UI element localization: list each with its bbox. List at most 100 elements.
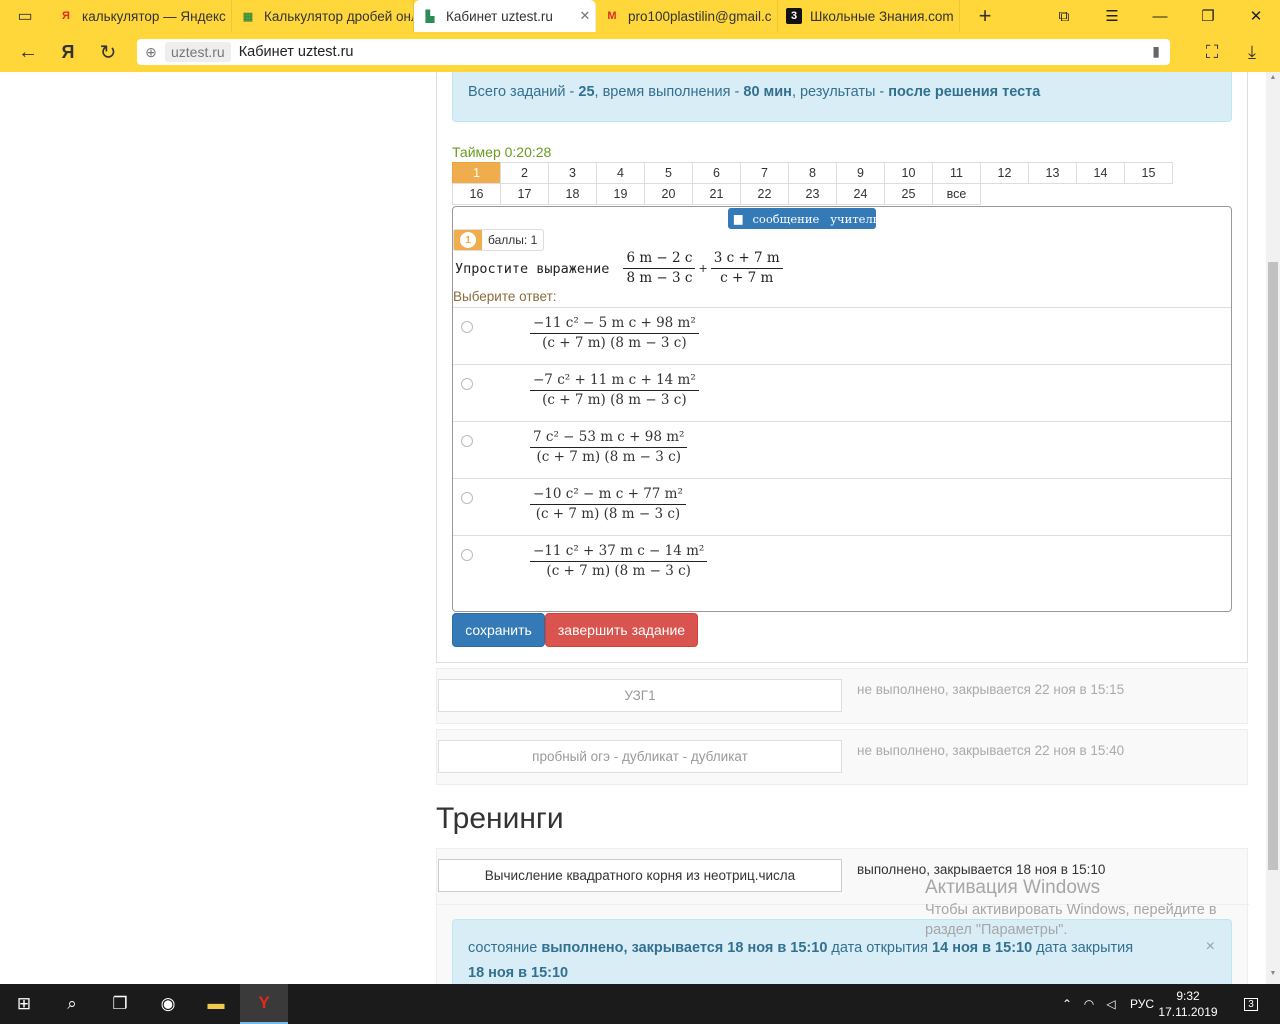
restore-icon[interactable]: ❐ (1184, 0, 1232, 32)
save-button[interactable]: сохранить (452, 613, 545, 647)
question-nav-cell[interactable]: 18 (548, 183, 597, 205)
answer-option[interactable]: −10 c² − m c + 77 m² (c + 7 m) (8 m − 3 c… (453, 478, 1231, 535)
test-info-alert: Всего заданий - 25, время выполнения - 8… (452, 72, 1232, 122)
answer-option[interactable]: −7 c² + 11 m c + 14 m² (c + 7 m) (8 m − 3… (453, 364, 1231, 421)
answer-option[interactable]: −11 c² + 37 m c − 14 m² (c + 7 m) (8 m − … (453, 535, 1231, 592)
answer-den: (c + 7 m) (8 m − 3 c) (542, 335, 687, 351)
windows-start-icon[interactable]: ⊞ (0, 984, 48, 1024)
question-nav-cell[interactable]: 13 (1028, 162, 1077, 184)
znanija-icon: 3 (786, 8, 802, 24)
answer-option[interactable]: 7 c² − 53 m c + 98 m² (c + 7 m) (8 m − 3 … (453, 421, 1231, 478)
network-icon[interactable]: ◠ (1078, 997, 1100, 1011)
results-mode: после решения теста (888, 84, 1041, 100)
tabs-overview-icon[interactable]: ▭ (0, 0, 50, 32)
steam-icon[interactable]: ◉ (144, 984, 192, 1024)
windows-activation-watermark: Активация Windows Чтобы активировать Win… (925, 876, 1235, 940)
translate-icon[interactable]: ⛶ (1192, 32, 1232, 72)
question-nav-cell[interactable]: 16 (452, 183, 501, 205)
radio-button[interactable] (461, 378, 473, 390)
question-number: 1 (460, 232, 476, 248)
question-nav-cell[interactable]: 4 (596, 162, 645, 184)
download-icon[interactable]: ⤓ (1232, 32, 1272, 72)
tab-yandex[interactable]: Я калькулятор — Яндекс (50, 0, 232, 32)
watermark-text: Чтобы активировать Windows, перейдите в … (925, 902, 1217, 938)
task-count: 25 (578, 84, 595, 100)
minimize-icon[interactable]: — (1136, 0, 1184, 32)
choose-answer-label: Выберите ответ: (453, 289, 557, 304)
radio-button[interactable] (461, 321, 473, 333)
new-tab-button[interactable]: + (960, 0, 1010, 32)
question-nav-cell[interactable]: 9 (836, 162, 885, 184)
question-nav-cell[interactable]: 3 (548, 162, 597, 184)
notifications-icon[interactable]: 3 (1236, 984, 1266, 1024)
question-nav-cell[interactable]: 25 (884, 183, 933, 205)
training-name-button[interactable]: Вычисление квадратного корня из неотриц.… (438, 859, 842, 892)
scrollbar[interactable]: ▲ ▼ (1266, 72, 1280, 984)
question-nav-cell[interactable]: 8 (788, 162, 837, 184)
volume-icon[interactable]: ◁ (1100, 997, 1122, 1011)
question-nav-cell[interactable]: 6 (692, 162, 741, 184)
finish-task-button[interactable]: завершить задание (545, 613, 698, 647)
message-teacher-button[interactable]: ▆ сообщение учителю (728, 208, 883, 229)
question-nav-cell[interactable]: 7 (740, 162, 789, 184)
task-row: пробный огэ - дубликат - дубликат не вып… (436, 729, 1248, 785)
clock[interactable]: 9:32 17.11.2019 (1158, 988, 1218, 1020)
task-name-button[interactable]: УЗГ1 (438, 679, 842, 712)
question-nav-cell[interactable]: все (932, 183, 981, 205)
question-nav-cell[interactable]: 10 (884, 162, 933, 184)
grid-icon: ▦ (242, 10, 254, 23)
radio-button[interactable] (461, 549, 473, 561)
points-label: баллы: 1 (488, 233, 538, 247)
answer-fraction: 7 c² − 53 m c + 98 m² (c + 7 m) (8 m − 3 … (530, 428, 688, 467)
radio-button[interactable] (461, 435, 473, 447)
question-nav-cell[interactable]: 24 (836, 183, 885, 205)
scroll-up-icon[interactable]: ▲ (1268, 74, 1278, 86)
answer-fraction: −10 c² − m c + 77 m² (c + 7 m) (8 m − 3 c… (530, 485, 686, 524)
reload-icon[interactable]: ↻ (88, 32, 128, 72)
tab-gmail[interactable]: M pro100plastilin@gmail.c (596, 0, 778, 32)
back-arrow-icon[interactable]: ← (8, 32, 48, 72)
task-view-icon[interactable]: ❐ (96, 984, 144, 1024)
yandex-logo-icon[interactable]: Я (48, 32, 88, 72)
question-nav-cell[interactable]: 23 (788, 183, 837, 205)
bookmarks-icon[interactable]: ⧉ (1040, 0, 1088, 32)
search-icon[interactable]: ⌕ (48, 984, 96, 1024)
question-nav-cell[interactable]: 12 (980, 162, 1029, 184)
question-nav-cell[interactable]: 2 (500, 162, 549, 184)
scroll-down-icon[interactable]: ▼ (1268, 970, 1278, 982)
tab-fraction-calculator[interactable]: ▦ Калькулятор дробей онл (232, 0, 414, 32)
expr-den: 8 m − 3 c (626, 270, 693, 286)
tab-znanija[interactable]: 3 Школьные Знания.com (778, 0, 960, 32)
scrollbar-thumb[interactable] (1268, 262, 1278, 870)
radio-button[interactable] (461, 492, 473, 504)
info-text: , время выполнения - (594, 84, 744, 100)
task-name-button[interactable]: пробный огэ - дубликат - дубликат (438, 740, 842, 773)
question-nav-cell[interactable]: 19 (596, 183, 645, 205)
answer-option[interactable]: −11 c² − 5 m c + 98 m² (c + 7 m) (8 m − 3… (453, 307, 1231, 364)
answer-fraction: −11 c² − 5 m c + 98 m² (c + 7 m) (8 m − 3… (530, 314, 699, 353)
file-explorer-icon[interactable]: ▬ (192, 984, 240, 1024)
question-nav-cell[interactable]: 14 (1076, 162, 1125, 184)
question-nav-cell[interactable]: 20 (644, 183, 693, 205)
close-tab-icon[interactable]: ✕ (575, 8, 595, 24)
bookmark-icon[interactable]: ▮ (1152, 43, 1160, 60)
alert-state: выполнено, закрывается 18 ноя в 15:10 (541, 940, 828, 956)
language-indicator[interactable]: РУС (1122, 997, 1162, 1011)
menu-icon[interactable]: ☰ (1088, 0, 1136, 32)
expr-den: c + 7 m (720, 270, 774, 286)
yandex-browser-icon[interactable]: Y (240, 984, 288, 1024)
close-window-icon[interactable]: ✕ (1232, 0, 1280, 32)
question-nav-cell[interactable]: 22 (740, 183, 789, 205)
question-nav-cell[interactable]: 15 (1124, 162, 1173, 184)
globe-icon: ⊕ (145, 43, 157, 60)
answer-num: −11 c² − 5 m c + 98 m² (530, 314, 699, 334)
question-nav-cell[interactable]: 1 (452, 162, 501, 184)
question-nav-cell[interactable]: 5 (644, 162, 693, 184)
answer-den: (c + 7 m) (8 m − 3 c) (546, 563, 691, 579)
question-nav-cell[interactable]: 17 (500, 183, 549, 205)
question-nav-cell[interactable]: 11 (932, 162, 981, 184)
tab-uztest[interactable]: ▙ Кабинет uztest.ru ✕ (414, 0, 596, 32)
question-nav-cell[interactable]: 21 (692, 183, 741, 205)
chevron-up-icon[interactable]: ⌃ (1056, 997, 1078, 1011)
url-field[interactable]: ⊕ uztest.ru Кабинет uztest.ru ▮ (137, 39, 1170, 65)
